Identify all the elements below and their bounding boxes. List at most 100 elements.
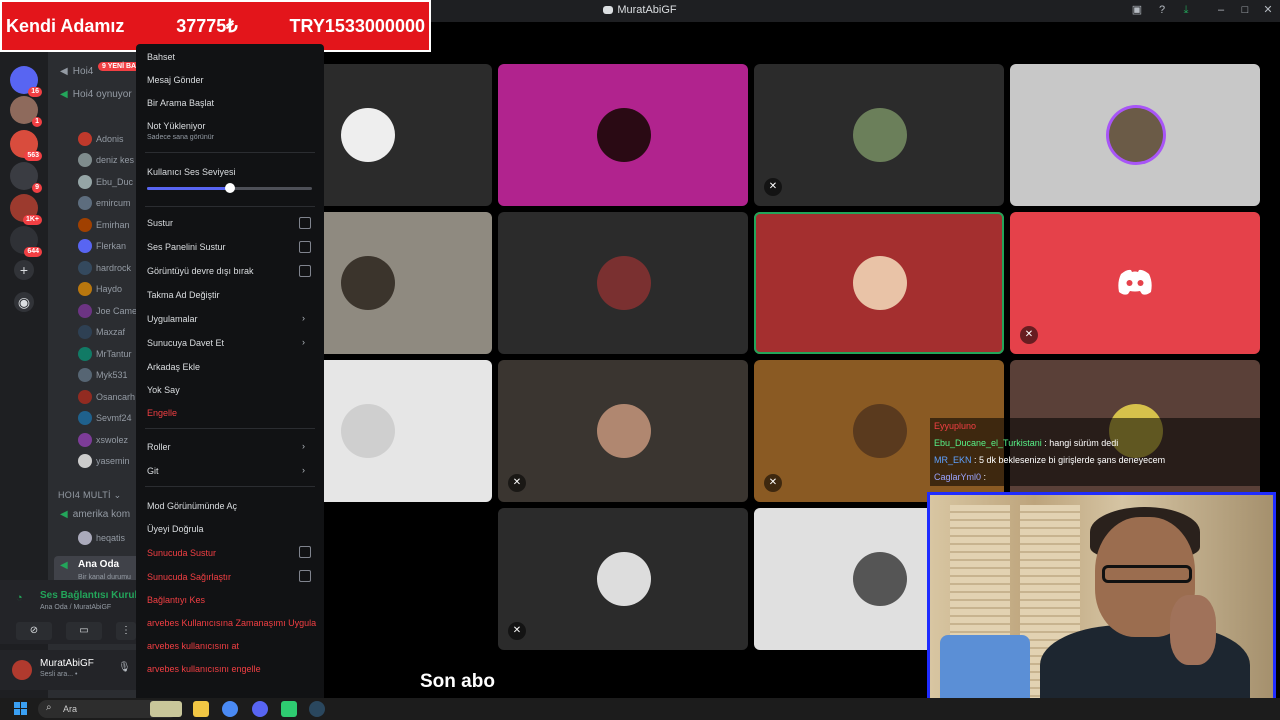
- menu-item-note[interactable]: Not Yükleniyor: [147, 121, 205, 131]
- member-name[interactable]: yasemin: [96, 456, 130, 466]
- taskbar-widget-icon[interactable]: [150, 701, 182, 717]
- volume-slider-handle[interactable]: [224, 183, 235, 193]
- help-icon[interactable]: ?: [1156, 4, 1168, 16]
- voice-status[interactable]: Ses Bağlantısı Kuruld: [40, 590, 143, 601]
- user-name[interactable]: MuratAbiGF: [40, 658, 94, 669]
- category-header[interactable]: HOI4 MULTİ ⌄: [58, 490, 122, 501]
- voice-location: Ana Oda / MuratAbiGF: [40, 604, 112, 611]
- menu-item-verify[interactable]: Üyeyi Doğrula: [147, 524, 204, 534]
- menu-item-nickname[interactable]: Takma Ad Değiştir: [147, 290, 220, 300]
- menu-item-ignore[interactable]: Yok Say: [147, 385, 180, 395]
- menu-item-server-mute[interactable]: Sunucuda Sustur: [147, 548, 216, 558]
- avatar: [853, 552, 907, 606]
- maximize-icon[interactable]: □: [1239, 4, 1251, 16]
- folder-icon[interactable]: [193, 701, 209, 717]
- member-name[interactable]: hardrock: [96, 263, 131, 273]
- server-deafen-checkbox[interactable]: [299, 570, 311, 582]
- server-icon[interactable]: 9: [10, 162, 42, 193]
- inbox-icon[interactable]: ▣: [1131, 4, 1143, 16]
- menu-item-mute-soundboard[interactable]: Ses Panelini Sustur: [147, 242, 226, 252]
- minimize-icon[interactable]: –: [1215, 4, 1227, 16]
- menu-item-server-deafen[interactable]: Sunucuda Sağırlaştır: [147, 572, 231, 582]
- discord-taskbar-icon[interactable]: [252, 701, 268, 717]
- voice-connection-panel: ◔ Ses Bağlantısı Kuruld Ana Oda / MuratA…: [0, 580, 143, 644]
- server-icon[interactable]: 563: [10, 130, 42, 161]
- app-icon[interactable]: [281, 701, 297, 717]
- steam-icon[interactable]: [309, 701, 325, 717]
- participant-tile[interactable]: [1010, 64, 1260, 206]
- member-name[interactable]: Flerkan: [96, 241, 126, 251]
- add-server-icon[interactable]: +: [14, 260, 34, 280]
- menu-item-timeout[interactable]: arvebes Kullanıcısına Zamanaşımı Uygula: [147, 618, 316, 628]
- member-name[interactable]: Osancarh: [96, 392, 135, 402]
- member-name[interactable]: Ebu_Duc: [96, 177, 133, 187]
- activity-button[interactable]: ⋮: [116, 622, 136, 640]
- mute-checkbox[interactable]: [299, 217, 311, 229]
- avatar[interactable]: [12, 660, 32, 680]
- avatar: [78, 132, 92, 146]
- bag-shape: [940, 635, 1030, 705]
- server-icon[interactable]: 1K+: [10, 194, 42, 225]
- server-icon[interactable]: 1: [10, 96, 42, 127]
- member-name[interactable]: emircum: [96, 198, 131, 208]
- server-mute-checkbox[interactable]: [299, 546, 311, 558]
- menu-item-add-friend[interactable]: Arkadaş Ekle: [147, 362, 200, 372]
- close-icon[interactable]: ✕: [1262, 4, 1274, 16]
- participant-tile[interactable]: ✕: [498, 360, 748, 502]
- menu-item-apps[interactable]: Uygulamalar: [147, 314, 198, 324]
- banner-name: Kendi Adamız: [6, 15, 125, 36]
- participant-tile[interactable]: [498, 64, 748, 206]
- member-name[interactable]: heqatis: [96, 533, 125, 543]
- participant-tile[interactable]: [754, 212, 1004, 354]
- menu-item-call[interactable]: Bir Arama Başlat: [147, 98, 214, 108]
- download-icon[interactable]: ⤓: [1180, 4, 1192, 16]
- member-name[interactable]: Haydo: [96, 284, 122, 294]
- voice-channel[interactable]: ◀ Hoi4: [60, 66, 93, 77]
- menu-item-disconnect[interactable]: Bağlantıyı Kes: [147, 595, 205, 605]
- member-name[interactable]: Myk531: [96, 370, 128, 380]
- video-checkbox[interactable]: [299, 265, 311, 277]
- voice-channel[interactable]: ◀ amerika kom: [60, 509, 130, 520]
- subtitle-caption: Son abo: [420, 671, 504, 695]
- menu-item-mention[interactable]: Bahset: [147, 52, 175, 62]
- member-name[interactable]: xswolez: [96, 435, 128, 445]
- screen-share-button[interactable]: ▭: [66, 622, 102, 640]
- participant-tile[interactable]: ✕: [498, 508, 748, 650]
- menu-item-message[interactable]: Mesaj Gönder: [147, 75, 204, 85]
- participant-tile[interactable]: [498, 212, 748, 354]
- menu-item-disable-video[interactable]: Görüntüyü devre dışı bırak: [147, 266, 254, 276]
- menu-item-roles[interactable]: Roller: [147, 442, 171, 452]
- windows-start-icon[interactable]: [14, 702, 28, 716]
- microphone-icon[interactable]: 🎙: [118, 662, 131, 673]
- server-icon[interactable]: 644: [10, 226, 42, 257]
- menu-item-kick[interactable]: arvebes kullanıcısını at: [147, 641, 239, 651]
- new-messages-badge[interactable]: 9 YENİ BA: [98, 62, 141, 71]
- member-name[interactable]: Emirhan: [96, 220, 130, 230]
- member-name[interactable]: deniz kes: [96, 155, 134, 165]
- menu-item-mute[interactable]: Sustur: [147, 218, 173, 228]
- menu-divider: [145, 206, 315, 207]
- chevron-right-icon: ›: [302, 313, 305, 323]
- menu-item-mod-view[interactable]: Mod Görünümünde Aç: [147, 501, 237, 511]
- member-name[interactable]: MrTantur: [96, 349, 132, 359]
- chrome-icon[interactable]: [222, 701, 238, 717]
- member-name[interactable]: Joe Came: [96, 306, 136, 316]
- soundboard-checkbox[interactable]: [299, 241, 311, 253]
- participant-tile[interactable]: ✕: [1010, 212, 1260, 354]
- avatar: [853, 108, 907, 162]
- voice-channel[interactable]: ◀ Hoi4 oynuyor: [60, 89, 132, 100]
- camera-off-button[interactable]: ⊘: [16, 622, 52, 640]
- server-icon[interactable]: 16: [10, 66, 42, 97]
- menu-item-ban[interactable]: arvebes kullanıcısını engelle: [147, 664, 261, 674]
- chevron-right-icon: ›: [302, 337, 305, 347]
- menu-item-go[interactable]: Git: [147, 466, 159, 476]
- member-name[interactable]: Maxzaf: [96, 327, 125, 337]
- explore-icon[interactable]: ◉: [14, 292, 34, 312]
- menu-item-block[interactable]: Engelle: [147, 408, 177, 418]
- member-name[interactable]: Sevmf24: [96, 413, 132, 423]
- member-name[interactable]: Adonis: [96, 134, 124, 144]
- discord-icon: [1118, 269, 1152, 295]
- webcam-overlay: [927, 492, 1276, 716]
- menu-item-invite[interactable]: Sunucuya Davet Et: [147, 338, 224, 348]
- participant-tile[interactable]: ✕: [754, 64, 1004, 206]
